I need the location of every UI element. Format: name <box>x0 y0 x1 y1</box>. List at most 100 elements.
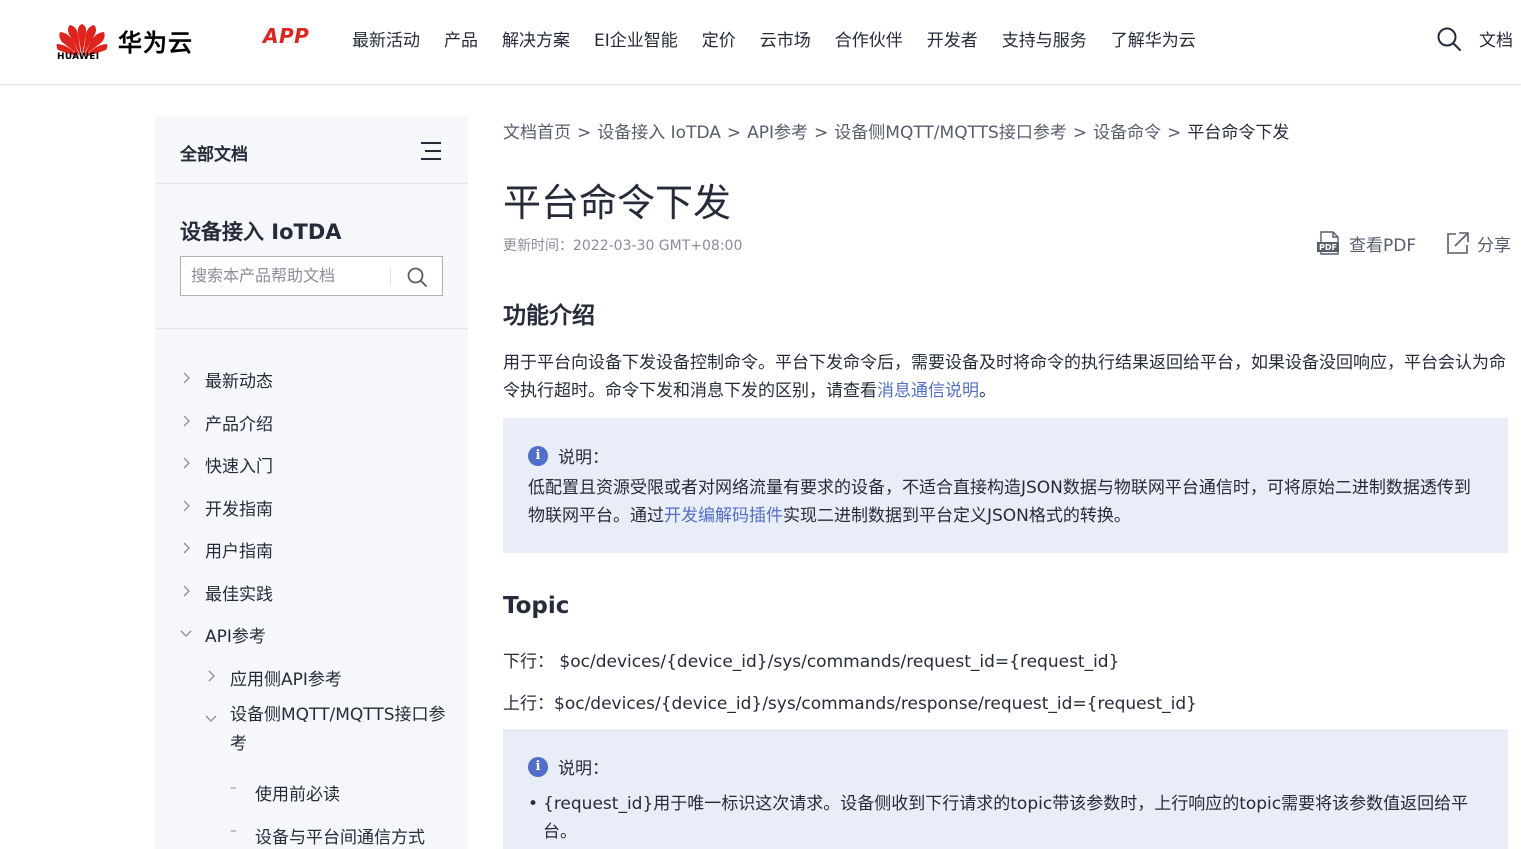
note-box: i 说明： 低配置且资源受限或者对网络流量有要求的设备，不适合直接构造JSON数… <box>503 418 1508 553</box>
doc-tree: 最新动态 产品介绍 快速入门 开发指南 用户指南 最佳实践 API参考 应用侧A… <box>155 362 468 849</box>
all-docs-title[interactable]: 全部文档 <box>180 140 248 165</box>
nav-item-solutions[interactable]: 解决方案 <box>502 26 570 51</box>
share-icon <box>1447 232 1469 254</box>
chevron-right-icon <box>183 500 190 511</box>
tree-item-devguide[interactable]: 开发指南 <box>155 490 468 533</box>
top-header: HUAWEI 华为云 APP 最新活动 产品 解决方案 EI企业智能 定价 云市… <box>0 0 1521 85</box>
chevron-right-icon <box>183 457 190 469</box>
nav-item-pricing[interactable]: 定价 <box>702 26 736 51</box>
sidebar-divider <box>155 328 468 329</box>
search-divider <box>390 268 391 286</box>
search-icon[interactable] <box>1436 26 1462 52</box>
note-body: 低配置且资源受限或者对网络流量有要求的设备，不适合直接构造JSON数据与物联网平… <box>528 474 1483 530</box>
note-title: 说明： <box>558 448 609 468</box>
chevron-right-icon <box>183 415 190 426</box>
docs-link[interactable]: 文档 <box>1479 26 1513 51</box>
chevron-down-icon <box>180 630 192 637</box>
breadcrumb-sep: > <box>726 123 742 143</box>
uplink-topic: $oc/devices/{device_id}/sys/commands/res… <box>554 694 1197 714</box>
nav-item-ei[interactable]: EI企业智能 <box>594 26 678 51</box>
note-title: 说明： <box>558 759 609 779</box>
product-search <box>180 256 443 296</box>
doc-sidebar: 全部文档 设备接入 IoTDA 最新动态 产品介绍 快速入门 开发指南 <box>155 116 468 849</box>
info-icon: i <box>528 756 548 777</box>
uplink-label: 上行： <box>503 694 554 714</box>
share-label: 分享 <box>1477 235 1511 256</box>
chevron-right-icon <box>183 542 190 554</box>
tree-item-userguide[interactable]: 用户指南 <box>155 532 468 575</box>
nav-item-support[interactable]: 支持与服务 <box>1002 26 1087 51</box>
tree-item-intro[interactable]: 产品介绍 <box>155 405 468 448</box>
tree-item-app-api[interactable]: 应用侧API参考 <box>155 660 468 703</box>
breadcrumb-sep: > <box>1072 123 1088 143</box>
tree-item-label: 应用侧API参考 <box>230 669 342 690</box>
topic-uplink: 上行：$oc/devices/{device_id}/sys/commands/… <box>503 689 1197 714</box>
share-button[interactable]: 分享 <box>1445 229 1511 257</box>
tree-item-label: 用户指南 <box>205 542 273 562</box>
nav-item-developers[interactable]: 开发者 <box>927 26 978 51</box>
tree-item-bestpractice[interactable]: 最佳实践 <box>155 575 468 618</box>
info-icon: i <box>528 445 548 466</box>
view-pdf-label: 查看PDF <box>1349 235 1417 256</box>
breadcrumb-sep: > <box>814 123 829 143</box>
chevron-down-icon <box>205 715 217 722</box>
nav-item-activities[interactable]: 最新活动 <box>352 26 420 51</box>
breadcrumb: 文档首页 > 设备接入 IoTDA > API参考 > 设备侧MQTT/MQTTS接口参考 >… <box>503 118 1289 143</box>
main-nav: 最新活动 产品 解决方案 EI企业智能 定价 云市场 合作伙伴 开发者 支持与服… <box>352 26 1220 51</box>
nav-item-partners[interactable]: 合作伙伴 <box>835 26 903 51</box>
chevron-right-icon <box>183 585 190 596</box>
tree-item-quickstart[interactable]: 快速入门 <box>155 447 468 490</box>
leaf-dash: – <box>230 822 237 839</box>
codec-plugin-link[interactable]: 开发编解码插件 <box>664 506 783 526</box>
nav-item-about[interactable]: 了解华为云 <box>1111 26 1196 51</box>
tree-item-api[interactable]: API参考 <box>155 617 468 660</box>
svg-text:PDF: PDF <box>1319 243 1337 252</box>
bullet-dot: • <box>528 794 539 814</box>
chevron-right-icon <box>183 372 190 384</box>
breadcrumb-sep: > <box>577 123 592 143</box>
sidebar-header: 全部文档 <box>155 116 468 184</box>
brand-name[interactable]: 华为云 <box>118 23 193 58</box>
product-title: 设备接入 IoTDA <box>180 220 342 244</box>
updated-time: 更新时间：2022-03-30 GMT+08:00 <box>503 238 743 254</box>
breadcrumb-device-commands[interactable]: 设备命令 <box>1093 123 1161 143</box>
nav-item-products[interactable]: 产品 <box>444 26 478 51</box>
nav-item-marketplace[interactable]: 云市场 <box>760 26 811 51</box>
note-text-end: 实现二进制数据到平台定义JSON格式的转换。 <box>783 506 1131 526</box>
breadcrumb-iotda[interactable]: 设备接入 IoTDA <box>597 123 721 143</box>
intro-text: 用于平台向设备下发设备控制命令。平台下发命令后，需要设备及时将命令的执行结果返回… <box>503 353 1506 401</box>
breadcrumb-sep: > <box>1167 123 1182 143</box>
page-title: 平台命令下发 <box>503 181 732 225</box>
breadcrumb-device-mqtt[interactable]: 设备侧MQTT/MQTTS接口参考 <box>834 123 1067 143</box>
tree-item-device-mqtt[interactable]: 设备侧MQTT/MQTTS接口参考 <box>155 702 468 775</box>
logo-wordmark: HUAWEI <box>57 52 100 62</box>
search-icon[interactable] <box>406 266 428 288</box>
note-header: i 说明： <box>528 443 609 468</box>
tree-item-label: 设备与平台间通信方式 <box>255 827 425 848</box>
tree-item-news[interactable]: 最新动态 <box>155 362 468 405</box>
downlink-topic: $oc/devices/{device_id}/sys/commands/req… <box>559 652 1120 672</box>
tree-item-label: 最佳实践 <box>205 584 273 605</box>
intro-text-end: 。 <box>979 381 996 401</box>
view-pdf-button[interactable]: PDF 查看PDF <box>1315 229 1416 257</box>
breadcrumb-api[interactable]: API参考 <box>747 123 808 143</box>
intro-paragraph: 用于平台向设备下发设备控制命令。平台下发命令后，需要设备及时将命令的执行结果返回… <box>503 349 1508 405</box>
note-bullet-text: {request_id}用于唯一标识这次请求。设备侧收到下行请求的topic带该… <box>543 794 1469 842</box>
leaf-dash: – <box>230 780 237 796</box>
tree-item-label: 设备侧MQTT/MQTTS接口参考 <box>230 705 446 754</box>
app-link[interactable]: APP <box>263 24 309 48</box>
section-heading-intro: 功能介绍 <box>503 303 595 329</box>
note-body: • {request_id}用于唯一标识这次请求。设备侧收到下行请求的topic带… <box>528 790 1473 846</box>
topic-downlink: 下行： $oc/devices/{device_id}/sys/commands… <box>503 647 1119 672</box>
breadcrumb-current: 平台命令下发 <box>1187 123 1290 143</box>
product-search-input[interactable] <box>191 266 386 285</box>
downlink-label: 下行： <box>503 652 554 672</box>
tree-item-label: 快速入门 <box>205 457 273 477</box>
breadcrumb-home[interactable]: 文档首页 <box>503 123 571 143</box>
tree-item-readme[interactable]: – 使用前必读 <box>155 775 468 818</box>
tree-item-comm-method[interactable]: – 设备与平台间通信方式 <box>155 818 468 849</box>
tree-item-label: 使用前必读 <box>255 785 340 805</box>
message-comm-link[interactable]: 消息通信说明 <box>877 381 979 401</box>
menu-icon[interactable] <box>421 142 441 160</box>
tree-item-label: 产品介绍 <box>205 414 273 435</box>
